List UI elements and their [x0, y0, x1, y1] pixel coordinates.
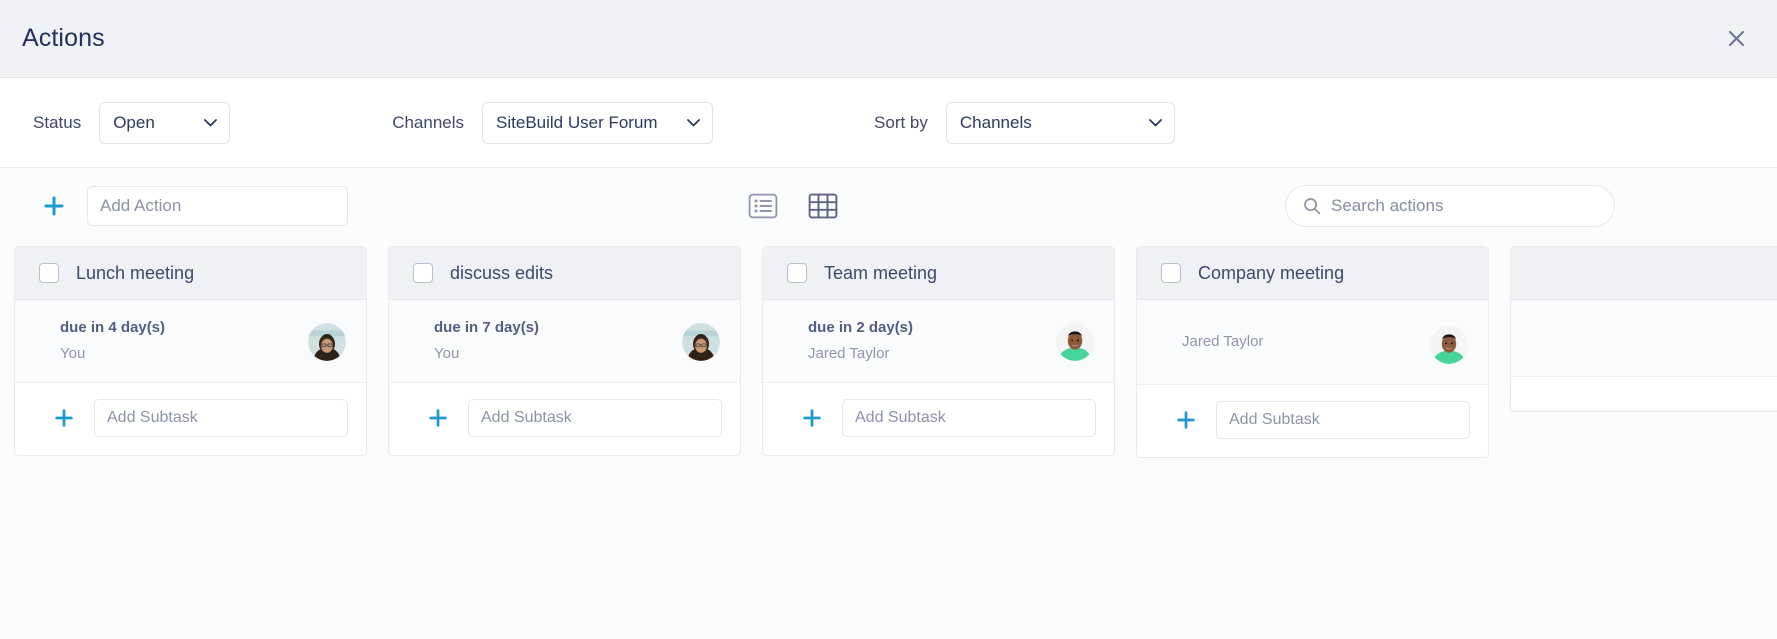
view-toggle-group: [748, 192, 838, 220]
action-title: Lunch meeting: [76, 262, 195, 283]
action-title: discuss edits: [450, 262, 554, 283]
plus-icon[interactable]: [42, 194, 66, 218]
action-card-body: [1511, 300, 1777, 377]
avatar: [308, 323, 346, 361]
sort-by-select[interactable]: Channels: [945, 101, 1175, 144]
channels-select-wrapper: SiteBuild User Forum: [482, 101, 714, 144]
add-subtask-input[interactable]: [468, 398, 722, 437]
plus-icon[interactable]: [1175, 409, 1197, 431]
search-actions-field[interactable]: [1285, 185, 1615, 227]
action-card-footer: [15, 382, 366, 455]
plus-icon[interactable]: [801, 407, 823, 429]
close-icon[interactable]: [1719, 22, 1753, 56]
plus-icon[interactable]: [427, 407, 449, 429]
status-filter-group: Status Open: [33, 101, 231, 144]
add-action-input[interactable]: [87, 186, 348, 226]
status-select[interactable]: Open: [99, 101, 231, 144]
status-label: Status: [33, 112, 82, 132]
action-complete-checkbox[interactable]: [39, 263, 59, 283]
action-owner: You: [434, 344, 460, 362]
page-title: Actions: [22, 24, 105, 52]
modal-header: Actions: [0, 0, 1777, 78]
channels-select[interactable]: SiteBuild User Forum: [482, 101, 714, 144]
action-owner: Jared Taylor: [808, 344, 890, 362]
action-due-date: due in 2 day(s): [808, 319, 914, 336]
action-card-body: due in 7 day(s) You: [389, 300, 740, 383]
action-card[interactable]: discuss edits due in 7 day(s) You: [388, 246, 741, 456]
action-card[interactable]: Company meeting Jared Taylor: [1136, 246, 1489, 458]
action-title: Team meeting: [824, 262, 938, 283]
avatar: [1056, 323, 1094, 361]
action-card-header: Company meeting: [1137, 247, 1488, 300]
action-card-footer: [1137, 385, 1488, 457]
action-card-body: due in 2 day(s) Jared Taylor: [763, 300, 1114, 383]
action-meta: due in 7 day(s) You: [434, 317, 539, 366]
add-subtask-input[interactable]: [1216, 401, 1470, 439]
actions-content: Lunch meeting due in 4 day(s) You: [0, 168, 1777, 639]
sort-by-label: Sort by: [874, 112, 928, 132]
action-cards-row: Lunch meeting due in 4 day(s) You Add Su…: [0, 246, 1777, 458]
action-card-partial[interactable]: [1510, 246, 1777, 412]
add-action-group: [42, 186, 348, 226]
action-card-header: Team meeting: [763, 247, 1114, 300]
status-select-wrapper: Open: [99, 101, 231, 144]
grid-view-icon[interactable]: [808, 192, 838, 220]
channels-filter-group: Channels SiteBuild User Forum: [392, 101, 714, 144]
avatar: [1430, 326, 1468, 364]
action-card-header: discuss edits: [389, 247, 740, 300]
sort-select-wrapper: Channels: [945, 101, 1175, 144]
filter-bar: Status Open Channels SiteBuild User Foru…: [0, 78, 1777, 168]
action-card-body: Jared Taylor: [1137, 300, 1488, 385]
add-subtask-input[interactable]: [94, 398, 348, 437]
list-view-icon[interactable]: [748, 192, 778, 220]
action-card[interactable]: Lunch meeting due in 4 day(s) You: [14, 246, 367, 456]
action-meta: Jared Taylor: [1182, 330, 1263, 354]
search-icon: [1303, 197, 1321, 215]
action-card-footer: [763, 382, 1114, 455]
action-card-header: Lunch meeting: [15, 247, 366, 300]
actions-toolbar: [0, 168, 1777, 244]
action-title: Company meeting: [1198, 262, 1345, 283]
action-owner: Jared Taylor: [1182, 333, 1264, 350]
add-subtask-input[interactable]: [842, 398, 1096, 437]
action-card-footer: [389, 382, 740, 455]
channels-label: Channels: [392, 112, 465, 132]
action-meta: due in 4 day(s) You: [60, 317, 165, 366]
action-owner: You: [60, 344, 86, 362]
search-input[interactable]: [1331, 196, 1601, 216]
action-meta: due in 2 day(s) Jared Taylor: [808, 317, 913, 366]
action-complete-checkbox[interactable]: [787, 263, 807, 283]
action-card-footer: [1511, 377, 1777, 411]
action-card-body: due in 4 day(s) You: [15, 300, 366, 383]
action-due-date: due in 7 day(s): [434, 319, 540, 336]
action-card-header: [1511, 247, 1777, 300]
action-complete-checkbox[interactable]: [1161, 263, 1181, 283]
avatar: [682, 323, 720, 361]
sort-filter-group: Sort by Channels: [874, 101, 1175, 144]
action-due-date: due in 4 day(s): [60, 319, 166, 336]
action-complete-checkbox[interactable]: [413, 263, 433, 283]
action-card[interactable]: Team meeting due in 2 day(s) Jared Taylo…: [762, 246, 1115, 456]
plus-icon[interactable]: [53, 407, 75, 429]
